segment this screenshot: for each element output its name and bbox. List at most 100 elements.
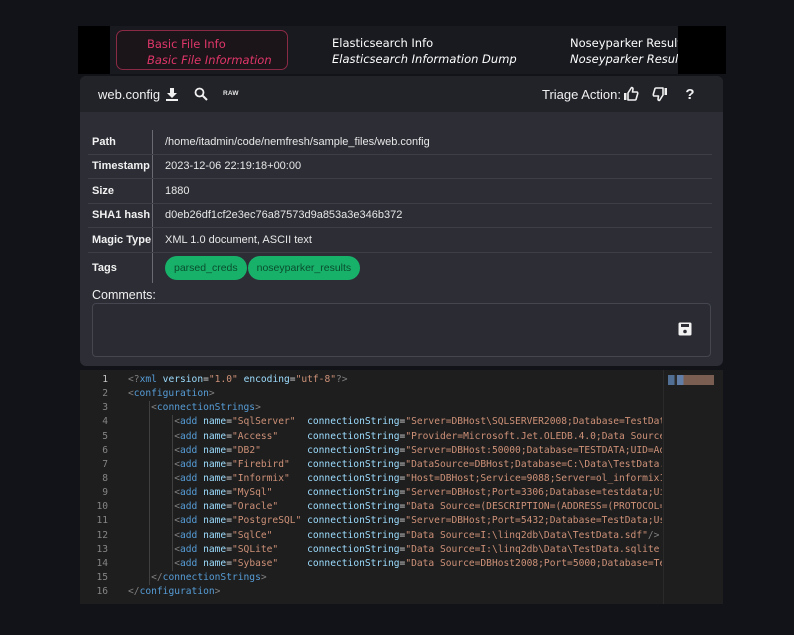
code-line[interactable]: 14 <add name="Sybase" connectionString="… — [80, 557, 662, 571]
minimap-slider[interactable] — [668, 375, 714, 385]
code-line[interactable]: 12 <add name="SqlCe" connectionString="D… — [80, 529, 662, 543]
line-number: 15 — [96, 571, 108, 583]
line-number: 9 — [102, 487, 108, 499]
indent-guide — [149, 401, 150, 585]
tab-subtitle: Elasticsearch Information Dump — [332, 52, 517, 66]
code-line[interactable]: 1 <?xml version="1.0" encoding="utf-8"?> — [80, 373, 662, 387]
metadata-key: Magic Type — [88, 228, 153, 252]
metadata-value: /home/itadmin/code/nemfresh/sample_files… — [165, 135, 430, 148]
line-source: <add name="SqlServer" connectionString="… — [174, 416, 662, 428]
metadata-row-timestamp: Timestamp 2023-12-06 22:19:18+00:00 — [88, 154, 712, 179]
line-number: 2 — [102, 388, 108, 400]
triage-action-label: Triage Action: — [542, 87, 622, 102]
line-source: <configuration> — [128, 388, 215, 400]
line-number: 3 — [102, 402, 108, 414]
tab-title: Noseyparker Results — [570, 36, 688, 50]
line-source: <add name="MySql" connectionString="Serv… — [174, 487, 662, 499]
code-line[interactable]: 15 </connectionStrings> — [80, 571, 662, 585]
line-source: <add name="Firebird" connectionString="D… — [174, 458, 662, 470]
indent-guide — [172, 415, 173, 571]
card-header: web.config RAW Triage Action: ? — [80, 76, 723, 112]
tab-elasticsearch-info[interactable]: Elasticsearch Info Elasticsearch Informa… — [332, 30, 532, 70]
tab-basic-file-info[interactable]: Basic File Info Basic File Information — [116, 30, 288, 70]
download-icon[interactable] — [162, 84, 182, 104]
line-number: 16 — [96, 586, 108, 598]
metadata-row-size: Size 1880 — [88, 179, 712, 204]
line-number: 4 — [102, 416, 108, 428]
metadata-row-magic-type: Magic Type XML 1.0 document, ASCII text — [88, 228, 712, 253]
minimap[interactable] — [663, 370, 723, 604]
code-line[interactable]: 6 <add name="DB2" connectionString="Serv… — [80, 444, 662, 458]
code-line[interactable]: 7 <add name="Firebird" connectionString=… — [80, 458, 662, 472]
tab-title: Basic File Info — [147, 37, 226, 51]
metadata-value: d0eb26df1cf2e3ec76a87573d9a853a3e346b372 — [165, 209, 403, 222]
metadata-row-path: Path /home/itadmin/code/nemfresh/sample_… — [88, 130, 712, 155]
metadata-value: 1880 — [165, 184, 190, 197]
code-line[interactable]: 8 <add name="Informix" connectionString=… — [80, 472, 662, 486]
line-number: 1 — [102, 374, 108, 385]
line-number: 8 — [102, 472, 108, 484]
metadata-row-sha1: SHA1 hash d0eb26df1cf2e3ec76a87573d9a853… — [88, 203, 712, 228]
line-number: 5 — [102, 430, 108, 442]
line-number: 11 — [96, 515, 108, 527]
metadata-key: Size — [88, 179, 153, 203]
search-icon[interactable] — [191, 84, 211, 104]
comments-input[interactable] — [92, 303, 711, 357]
code-line[interactable]: 3 <connectionStrings> — [80, 401, 662, 415]
code-editor[interactable]: 1 <?xml version="1.0" encoding="utf-8"?> 2… — [80, 370, 723, 604]
tag-noseyparker-results[interactable]: noseyparker_results — [247, 255, 361, 280]
line-source: <?xml version="1.0" encoding="utf-8"?> — [128, 374, 348, 385]
line-source: <add name="Sybase" connectionString="Dat… — [174, 557, 662, 569]
line-source: <add name="SqlCe" connectionString="Data… — [174, 529, 660, 541]
line-source: <add name="Informix" connectionString="H… — [174, 472, 662, 484]
line-source: <add name="PostgreSQL" connectionString=… — [174, 515, 662, 527]
metadata-value: XML 1.0 document, ASCII text — [165, 233, 312, 246]
code-line[interactable]: 16 </configuration> — [80, 585, 662, 599]
line-number: 14 — [96, 557, 108, 569]
nav-right-spacer — [678, 26, 726, 74]
save-icon[interactable] — [678, 322, 694, 338]
line-number: 10 — [96, 501, 108, 513]
line-source: <add name="SQLite" connectionString="Dat… — [174, 543, 660, 555]
line-source: </configuration> — [128, 586, 221, 598]
code-line[interactable]: 11 <add name="PostgreSQL" connectionStri… — [80, 514, 662, 528]
code-line[interactable]: 13 <add name="SQLite" connectionString="… — [80, 543, 662, 557]
metadata-key: SHA1 hash — [88, 203, 153, 227]
tab-title: Elasticsearch Info — [332, 36, 434, 50]
metadata-row-tags: Tags parsed_creds noseyparker_results — [88, 252, 712, 283]
line-source: <connectionStrings> — [151, 402, 261, 414]
tab-subtitle: Basic File Information — [147, 53, 272, 67]
code-lines: 1 <?xml version="1.0" encoding="utf-8"?> 2… — [80, 373, 662, 599]
metadata-value: 2023-12-06 22:19:18+00:00 — [165, 160, 302, 173]
tag-parsed-creds[interactable]: parsed_creds — [165, 255, 247, 280]
thumbs-up-icon[interactable] — [621, 84, 641, 104]
metadata-key: Path — [88, 130, 153, 154]
metadata-key: Tags — [88, 252, 153, 283]
code-line[interactable]: 10 <add name="Oracle" connectionString="… — [80, 500, 662, 514]
line-source: <add name="Access" connectionString="Pro… — [174, 430, 662, 442]
file-info-card: web.config RAW Triage Action: ? Path /ho… — [80, 76, 723, 366]
code-line[interactable]: 5 <add name="Access" connectionString="P… — [80, 430, 662, 444]
code-line[interactable]: 9 <add name="MySql" connectionString="Se… — [80, 486, 662, 500]
comments-label: Comments: — [92, 288, 156, 302]
top-navigation: Basic File Info Basic File Information E… — [78, 26, 726, 74]
raw-button[interactable]: RAW — [223, 90, 239, 97]
line-number: 12 — [96, 529, 108, 541]
line-source: <add name="Oracle" connectionString="Dat… — [174, 501, 662, 513]
tab-subtitle: Noseyparker Results — [570, 52, 689, 66]
nav-left-spacer — [78, 26, 110, 74]
thumbs-down-icon[interactable] — [650, 84, 670, 104]
tab-noseyparker-results[interactable]: Noseyparker Results Noseyparker Results — [570, 30, 690, 70]
line-number: 6 — [102, 444, 108, 456]
line-number: 7 — [102, 458, 108, 470]
line-number: 13 — [96, 543, 108, 555]
code-line[interactable]: 2 <configuration> — [80, 387, 662, 401]
tag-list: parsed_creds noseyparker_results — [153, 255, 712, 280]
line-source: <add name="DB2" connectionString="Server… — [174, 444, 662, 456]
metadata-key: Timestamp — [88, 154, 153, 178]
code-line[interactable]: 4 <add name="SqlServer" connectionString… — [80, 415, 662, 429]
help-button[interactable]: ? — [680, 84, 700, 104]
line-source: </connectionStrings> — [151, 571, 267, 583]
metadata-table: Path /home/itadmin/code/nemfresh/sample_… — [88, 130, 712, 283]
file-name: web.config — [98, 87, 161, 102]
